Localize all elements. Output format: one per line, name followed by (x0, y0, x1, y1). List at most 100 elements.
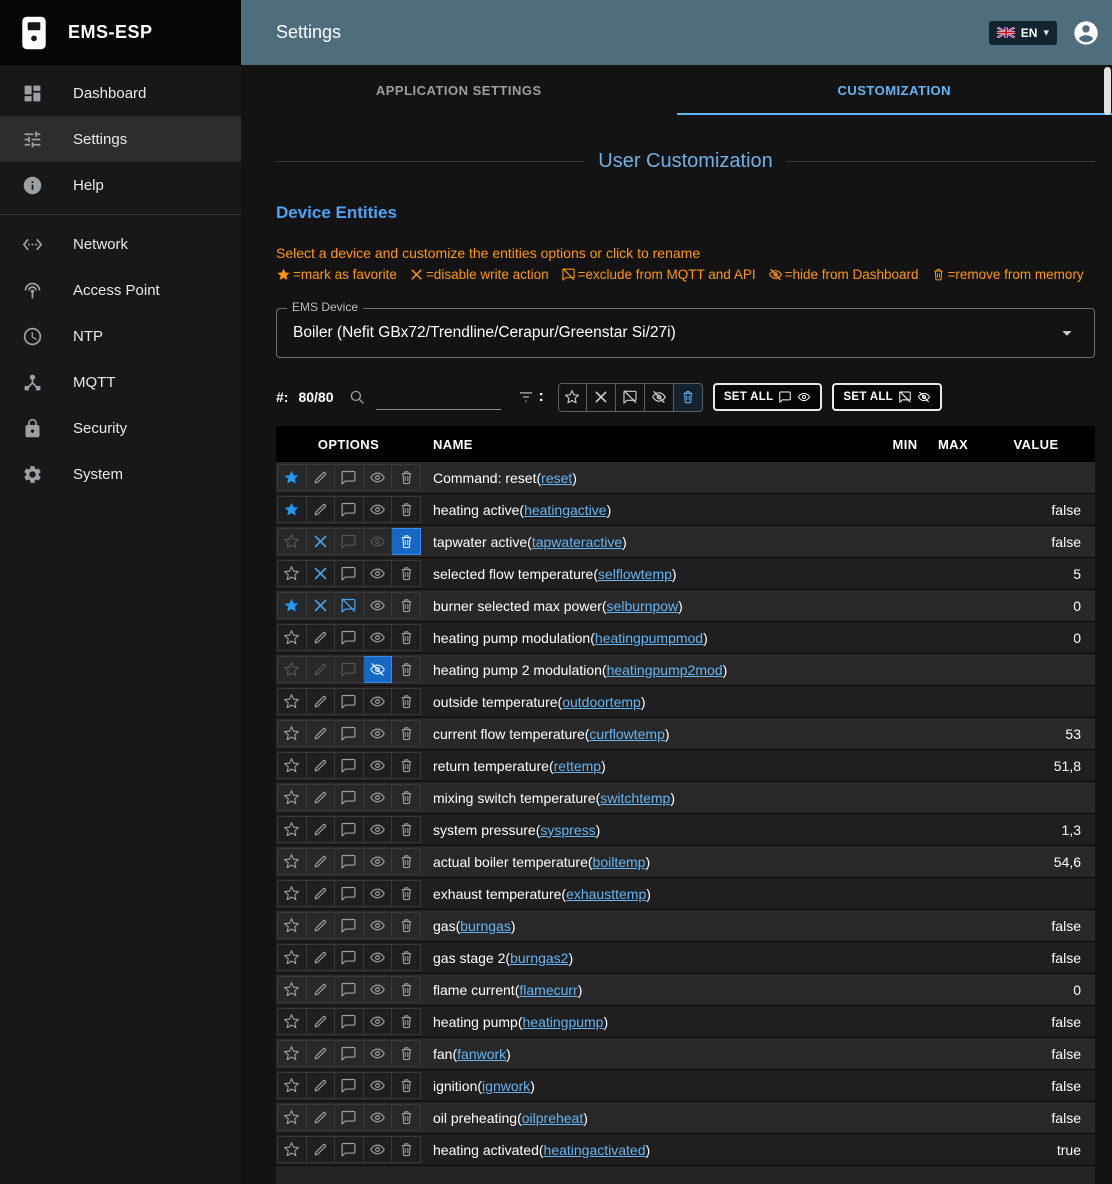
set-all-visible-button[interactable]: SET ALL (713, 383, 823, 411)
remove-memory-icon[interactable] (392, 1104, 421, 1131)
entity-name[interactable]: exhaust temperature (exhausttemp) (421, 878, 881, 909)
exclude-mqtt-icon[interactable] (335, 752, 364, 779)
sidebar-item-help[interactable]: Help (0, 162, 241, 208)
entity-name[interactable]: heating active (heatingactive) (421, 494, 881, 525)
remove-memory-icon[interactable] (392, 1008, 421, 1035)
entity-code-link[interactable]: outdoortemp (562, 694, 641, 710)
entity-name[interactable]: heating pump 2 modulation (heatingpump2m… (421, 654, 881, 685)
edit-rename-icon[interactable] (307, 528, 336, 555)
exclude-mqtt-icon[interactable] (335, 976, 364, 1003)
hide-dashboard-icon[interactable] (364, 1104, 393, 1131)
exclude-mqtt-icon[interactable] (335, 816, 364, 843)
sidebar-item-network[interactable]: Network (0, 221, 241, 267)
sidebar-item-security[interactable]: Security (0, 405, 241, 451)
favorite-star-icon[interactable] (277, 784, 307, 811)
language-selector[interactable]: EN ▾ (988, 20, 1058, 46)
entity-name[interactable]: Command: reset (reset) (421, 462, 881, 493)
tab-application-settings[interactable]: APPLICATION SETTINGS (241, 65, 677, 115)
edit-rename-icon[interactable] (307, 688, 336, 715)
entity-name[interactable]: heating activated (heatingactivated) (421, 1134, 881, 1165)
entity-name[interactable]: gas (burngas) (421, 910, 881, 941)
sidebar-item-system[interactable]: System (0, 451, 241, 497)
remove-memory-icon[interactable] (392, 624, 421, 651)
exclude-mqtt-icon[interactable] (335, 592, 364, 619)
entity-code-link[interactable]: heatingpumpmod (595, 630, 703, 646)
edit-rename-icon[interactable] (307, 464, 336, 491)
entity-code-link[interactable]: ignwork (482, 1078, 530, 1094)
remove-memory-icon[interactable] (392, 912, 421, 939)
remove-memory-icon[interactable] (392, 976, 421, 1003)
tab-customization[interactable]: CUSTOMIZATION (677, 65, 1112, 115)
entity-code-link[interactable]: rettemp (554, 758, 601, 774)
entity-code-link[interactable]: tapwateractive (532, 534, 622, 550)
hide-dashboard-icon[interactable] (364, 528, 393, 555)
exclude-mqtt-icon[interactable] (335, 1040, 364, 1067)
ems-device-select[interactable]: EMS Device Boiler (Nefit GBx72/Trendline… (276, 308, 1095, 358)
remove-memory-icon[interactable] (392, 880, 421, 907)
entity-name[interactable]: fan (fanwork) (421, 1038, 881, 1069)
entity-name[interactable]: heating pump modulation (heatingpumpmod) (421, 622, 881, 653)
entity-code-link[interactable]: heatingactivated (544, 1142, 646, 1158)
edit-rename-icon[interactable] (307, 912, 336, 939)
filter-remove-memory-toggle[interactable] (674, 383, 703, 412)
favorite-star-icon[interactable] (277, 976, 307, 1003)
sidebar-item-mqtt[interactable]: MQTT (0, 359, 241, 405)
hide-dashboard-icon[interactable] (364, 784, 393, 811)
filter-favorite-toggle[interactable] (558, 383, 587, 412)
entity-code-link[interactable]: flamecurr (519, 982, 577, 998)
edit-rename-icon[interactable] (307, 656, 336, 683)
exclude-mqtt-icon[interactable] (335, 688, 364, 715)
entity-code-link[interactable]: heatingactive (524, 502, 607, 518)
exclude-mqtt-icon[interactable] (335, 784, 364, 811)
hide-dashboard-icon[interactable] (364, 592, 393, 619)
exclude-mqtt-icon[interactable] (335, 720, 364, 747)
favorite-star-icon[interactable] (277, 944, 307, 971)
edit-rename-icon[interactable] (307, 880, 336, 907)
entity-code-link[interactable]: oilpreheat (522, 1110, 584, 1126)
hide-dashboard-icon[interactable] (364, 720, 393, 747)
edit-rename-icon[interactable] (307, 560, 336, 587)
favorite-star-icon[interactable] (277, 528, 307, 555)
entity-search-input[interactable] (376, 384, 501, 410)
exclude-mqtt-icon[interactable] (335, 496, 364, 523)
edit-rename-icon[interactable] (307, 1136, 336, 1163)
favorite-star-icon[interactable] (277, 464, 307, 491)
hide-dashboard-icon[interactable] (364, 816, 393, 843)
sidebar-item-ntp[interactable]: NTP (0, 313, 241, 359)
hide-dashboard-icon[interactable] (364, 1072, 393, 1099)
exclude-mqtt-icon[interactable] (335, 464, 364, 491)
favorite-star-icon[interactable] (277, 880, 307, 907)
favorite-star-icon[interactable] (277, 752, 307, 779)
entity-code-link[interactable]: selflowtemp (598, 566, 672, 582)
edit-rename-icon[interactable] (307, 624, 336, 651)
remove-memory-icon[interactable] (392, 656, 421, 683)
hide-dashboard-icon[interactable] (364, 752, 393, 779)
exclude-mqtt-icon[interactable] (335, 528, 364, 555)
favorite-star-icon[interactable] (277, 720, 307, 747)
favorite-star-icon[interactable] (277, 1136, 307, 1163)
favorite-star-icon[interactable] (277, 560, 307, 587)
edit-rename-icon[interactable] (307, 1072, 336, 1099)
edit-rename-icon[interactable] (307, 1040, 336, 1067)
exclude-mqtt-icon[interactable] (335, 624, 364, 651)
entity-name[interactable]: actual boiler temperature (boiltemp) (421, 846, 881, 877)
entity-name[interactable]: heating pump (heatingpump) (421, 1006, 881, 1037)
exclude-mqtt-icon[interactable] (335, 1008, 364, 1035)
entity-code-link[interactable]: burngas (460, 918, 511, 934)
entity-code-link[interactable]: boiltemp (593, 854, 646, 870)
edit-rename-icon[interactable] (307, 592, 336, 619)
entity-code-link[interactable]: switchtemp (600, 790, 670, 806)
entity-name[interactable]: mixing switch temperature (switchtemp) (421, 782, 881, 813)
hide-dashboard-icon[interactable] (364, 1040, 393, 1067)
entity-name[interactable]: outside temperature (outdoortemp) (421, 686, 881, 717)
hide-dashboard-icon[interactable] (364, 880, 393, 907)
favorite-star-icon[interactable] (277, 496, 307, 523)
scrollbar-thumb[interactable] (1104, 67, 1111, 115)
entity-name[interactable]: system pressure (syspress) (421, 814, 881, 845)
entity-code-link[interactable]: heatingpump (523, 1014, 604, 1030)
exclude-mqtt-icon[interactable] (335, 1104, 364, 1131)
edit-rename-icon[interactable] (307, 1008, 336, 1035)
entity-name[interactable]: oil preheating (oilpreheat) (421, 1102, 881, 1133)
exclude-mqtt-icon[interactable] (335, 560, 364, 587)
user-avatar-icon[interactable] (1072, 19, 1100, 47)
